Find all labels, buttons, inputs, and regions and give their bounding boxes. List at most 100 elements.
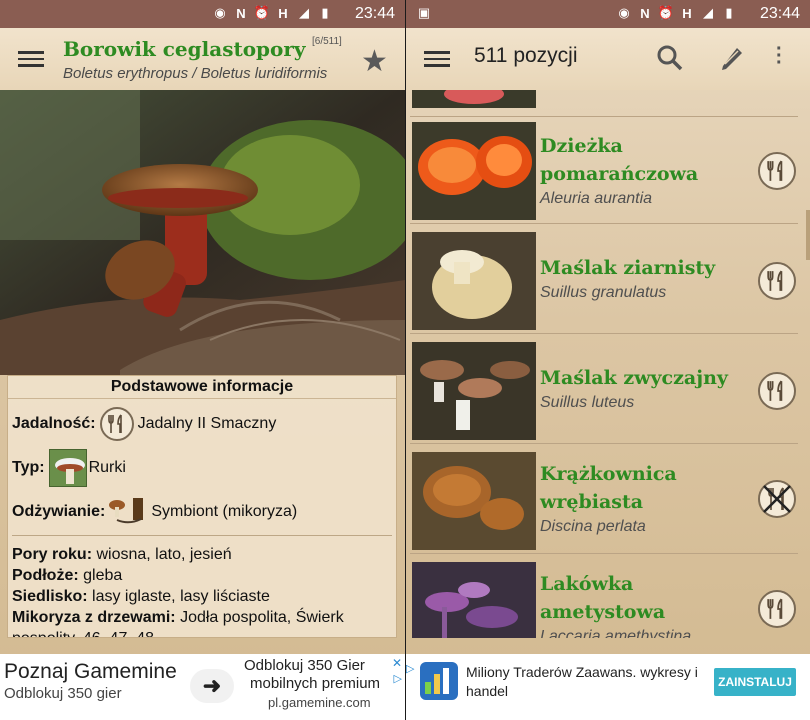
list-item[interactable]: Krążkownica wrębiasta Discina perlata: [410, 448, 798, 554]
edible-fork-knife-icon[interactable]: [758, 590, 796, 628]
inedible-crossed-icon[interactable]: [758, 480, 796, 518]
edibility-label: Jadalność:: [12, 415, 96, 432]
nutrition-value: Symbiont (mikoryza): [151, 503, 298, 520]
item-thumbnail: [412, 452, 536, 550]
nfc-icon: ◉: [618, 5, 630, 20]
ad-banner-trading[interactable]: ▷ Miliony Traderów Zaawans. wykresy i ha…: [406, 654, 810, 720]
status-time: 23:44: [759, 5, 800, 22]
seasons-value: wiosna, lato, jesień: [96, 546, 232, 563]
ad-text-line1: Miliony Traderów Zaawans. wykresy i: [466, 664, 698, 680]
status-bar: ◉ N ⏰ H ◢ ▮ 23:44: [0, 0, 405, 28]
item-latin: Laccaria amethystina: [540, 628, 692, 638]
species-list: Dzieżka pomarańczowa Aleuria aurantia Ma…: [406, 90, 810, 638]
mycorrhiza-icon: [107, 495, 151, 529]
species-latin-name: Boletus erythropus / Boletus luridiformi…: [63, 65, 328, 82]
install-button[interactable]: ZAINSTALUJ: [714, 668, 796, 696]
substrate-line: Podłoże: gleba: [8, 565, 396, 586]
arrow-right-icon[interactable]: ➜: [190, 669, 234, 703]
n-icon: N: [640, 5, 650, 21]
mycorrhiza-line: Mikoryza z drzewami: Jodła pospolita, Św…: [8, 607, 396, 628]
seasons-line: Pory roku: wiosna, lato, jesień: [8, 544, 396, 565]
list-item[interactable]: Maślak zwyczajny Suillus luteus: [410, 338, 798, 444]
partial-thumb: [412, 90, 536, 108]
cell-signal-icon: ◢: [703, 5, 713, 20]
list-title: 511 pozycji: [474, 44, 578, 67]
menu-icon[interactable]: [18, 48, 44, 70]
detail-app-bar: Borowik ceglastopory Boletus erythropus …: [0, 28, 405, 90]
item-thumbnail: [412, 232, 536, 330]
adchoices-icon[interactable]: ▷: [406, 662, 414, 675]
battery-icon: ▮: [321, 5, 329, 20]
habitat-value: lasy iglaste, lasy liściaste: [92, 588, 270, 605]
list-item[interactable]: Maślak ziarnisty Suillus granulatus: [410, 228, 798, 334]
ad-body-line1: Odblokuj 350 Gier: [244, 657, 365, 674]
mycorrhiza-value: Jodła pospolita, Świerk: [180, 609, 344, 626]
ad-domain: pl.gamemine.com: [268, 695, 371, 710]
tubes-icon: [48, 449, 87, 487]
signal-h-icon: H: [682, 5, 692, 21]
nutrition-label: Odżywianie:: [12, 503, 106, 520]
item-name: Maślak zwyczajny: [540, 367, 728, 389]
info-divider: [12, 535, 392, 536]
item-thumbnail: [412, 562, 536, 638]
ad-subline: Odblokuj 350 gier: [4, 685, 122, 702]
gallery-notification-icon: ▣: [417, 5, 431, 20]
list-item[interactable]: Lakówka ametystowa Laccaria amethystina: [410, 558, 798, 638]
type-value: Rurki: [88, 459, 126, 476]
favorite-star-icon[interactable]: ★: [361, 44, 388, 79]
nutrition-row: Odżywianie: Symbiont (mikoryza): [8, 495, 396, 529]
item-thumbnail: [412, 342, 536, 440]
detail-screen: ◉ N ⏰ H ◢ ▮ 23:44 Borowik ceglastopory B…: [0, 0, 405, 720]
type-row: Typ: Rurki: [8, 449, 396, 487]
ad-close-icon[interactable]: ✕: [392, 656, 402, 670]
basic-info-panel: Podstawowe informacje Jadalność: Jadalny…: [7, 375, 397, 638]
list-scrollbar[interactable]: [806, 210, 810, 260]
type-label: Typ:: [12, 459, 45, 476]
item-latin: Discina perlata: [540, 518, 646, 535]
ad-body-line2: mobilnych premium: [250, 675, 381, 692]
adchoices-icon[interactable]: ▷: [394, 672, 402, 685]
pencil-icon[interactable]: [718, 44, 746, 77]
n-icon: N: [236, 5, 246, 21]
mycorrhiza-line-cont: pospolity, 46, 47, 48: [8, 628, 396, 637]
habitat-label: Siedlisko:: [12, 588, 88, 605]
status-bar: ▣ ◉ N ⏰ H ◢ ▮ 23:44: [406, 0, 810, 28]
ad-banner-gamemine[interactable]: Poznaj Gamemine Odblokuj 350 gier ➜ Odbl…: [0, 654, 405, 720]
species-photo: [0, 90, 405, 375]
substrate-label: Podłoże:: [12, 567, 79, 584]
fork-knife-icon: [99, 407, 134, 441]
item-name: Krążkownica wrębiasta: [540, 463, 677, 513]
alarm-icon: ⏰: [657, 5, 675, 20]
item-name: Maślak ziarnisty: [540, 257, 716, 279]
item-latin: Suillus luteus: [540, 394, 635, 411]
edible-fork-knife-icon[interactable]: [758, 262, 796, 300]
cell-signal-icon: ◢: [299, 5, 309, 20]
more-vert-icon[interactable]: · · ·: [776, 39, 783, 73]
item-thumbnail: [412, 122, 536, 220]
edible-fork-knife-icon[interactable]: [758, 152, 796, 190]
edibility-row: Jadalność: Jadalny II Smaczny: [8, 407, 396, 441]
alarm-icon: ⏰: [253, 5, 271, 20]
list-item[interactable]: Dzieżka pomarańczowa Aleuria aurantia: [410, 118, 798, 224]
signal-h-icon: H: [278, 5, 288, 21]
list-app-bar: 511 pozycji · · ·: [406, 28, 810, 90]
item-latin: Aleuria aurantia: [540, 190, 653, 207]
seasons-label: Pory roku:: [12, 546, 93, 563]
item-name: Dzieżka pomarańczowa: [540, 135, 699, 185]
battery-icon: ▮: [725, 5, 733, 20]
item-name: Lakówka ametystowa: [540, 573, 666, 623]
species-title: Borowik ceglastopory: [63, 37, 306, 61]
search-icon[interactable]: [656, 44, 684, 77]
app-logo-icon: [420, 662, 458, 700]
list-screen: ▣ ◉ N ⏰ H ◢ ▮ 23:44 511 pozycji · · · Dz…: [406, 0, 810, 720]
menu-icon[interactable]: [424, 48, 450, 70]
ad-text-line2: handel: [466, 683, 509, 699]
nfc-icon: ◉: [214, 5, 226, 20]
item-latin: Suillus granulatus: [540, 284, 667, 301]
position-counter: [6/511]: [312, 36, 342, 47]
edibility-value: Jadalny II Smaczny: [137, 415, 277, 432]
ad-headline: Poznaj Gamemine: [4, 660, 177, 683]
list-divider: [410, 116, 798, 117]
habitat-line: Siedlisko: lasy iglaste, lasy liściaste: [8, 586, 396, 607]
edible-fork-knife-icon[interactable]: [758, 372, 796, 410]
